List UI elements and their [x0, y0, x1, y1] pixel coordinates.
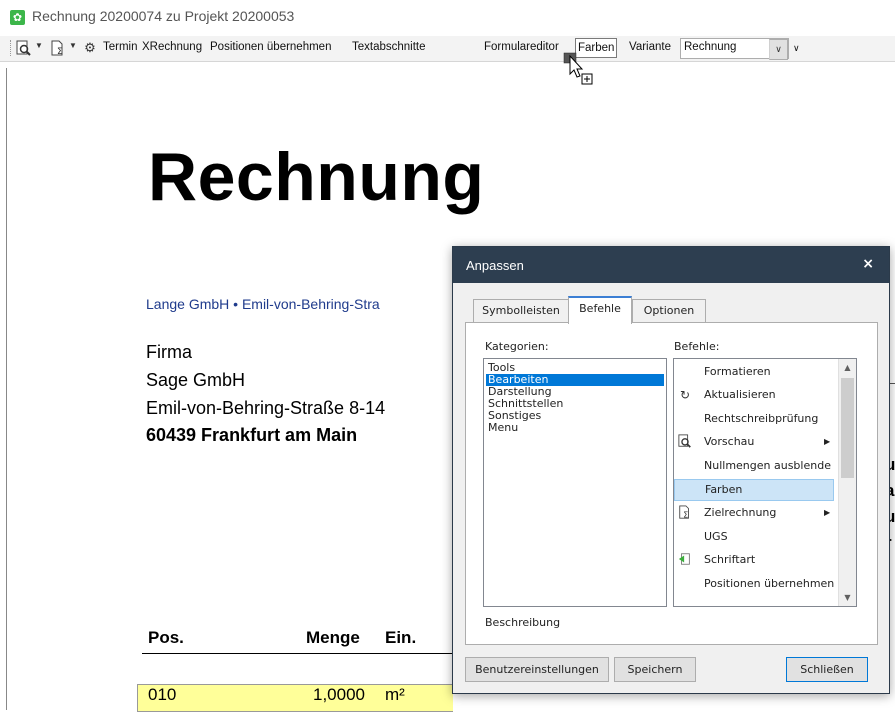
categories-list[interactable]: Tools Bearbeiten Darstellung Schnittstel…: [483, 358, 667, 607]
scroll-thumb[interactable]: [841, 378, 854, 478]
dialog-title-bar[interactable]: Anpassen ×: [453, 247, 889, 283]
variante-label: Variante: [629, 41, 671, 53]
command-label: Nullmengen ausblende: [704, 459, 831, 472]
toolbar-grip[interactable]: [10, 40, 13, 56]
preview-icon[interactable]: [16, 40, 32, 56]
command-item-selected[interactable]: Farben: [674, 479, 834, 501]
speichern-button[interactable]: Speichern: [614, 657, 696, 682]
command-label: Zielrechnung: [704, 506, 777, 519]
command-item[interactable]: Formatieren: [674, 361, 834, 383]
col-header-einheit: Ein.: [385, 628, 417, 647]
commands-scrollbar[interactable]: ▲ ▼: [838, 359, 856, 606]
col-header-menge: Menge: [306, 628, 360, 647]
tab-symbolleisten[interactable]: Symbolleisten: [473, 299, 569, 322]
address-line: Firma: [146, 342, 192, 362]
address-line: 60439 Frankfurt am Main: [146, 425, 358, 445]
scroll-up-icon[interactable]: ▲: [839, 359, 856, 376]
command-item[interactable]: ↻ Aktualisieren: [674, 384, 834, 406]
preview-icon: [677, 434, 693, 450]
command-label: Rechtschreibprüfung: [704, 412, 819, 425]
sender-line: Lange GmbH • Emil-von-Behring-Stra: [146, 296, 380, 312]
sum-dropdown-icon[interactable]: ▼: [69, 41, 77, 50]
command-label: Farben: [705, 483, 743, 496]
benutzereinstellungen-button[interactable]: Benutzereinstellungen: [465, 657, 609, 682]
gear-icon[interactable]: ⚙: [82, 40, 98, 56]
document-title: Rechnung: [148, 139, 485, 215]
dialog-title: Anpassen: [466, 258, 524, 273]
cell-einheit: m²: [385, 685, 405, 704]
command-label: Formatieren: [704, 365, 771, 378]
green-arrow-icon: [677, 552, 693, 568]
title-bar: ✿ Rechnung 20200074 zu Projekt 20200053: [0, 0, 895, 34]
tab-befehle[interactable]: Befehle: [568, 296, 632, 324]
formulareditor-button[interactable]: Formulareditor: [484, 41, 559, 53]
table-header-line: [142, 653, 452, 654]
variante-value: Rechnung: [684, 41, 737, 53]
table-row[interactable]: [137, 684, 453, 712]
termin-button[interactable]: Termin: [103, 41, 138, 53]
command-item[interactable]: Vorschau ▶: [674, 431, 834, 453]
address-line: Sage GmbH: [146, 370, 246, 390]
beschreibung-label: Beschreibung: [485, 616, 561, 629]
sum-document-icon: Σ: [677, 505, 693, 521]
cell-pos: 010: [148, 685, 177, 704]
textabschnitte-button[interactable]: Textabschnitte: [352, 41, 426, 53]
svg-text:Σ: Σ: [57, 47, 63, 56]
commands-list[interactable]: Formatieren ↻ Aktualisieren Rechtschreib…: [673, 358, 857, 607]
address-line: Emil-von-Behring-Straße 8-14: [146, 398, 386, 418]
command-item[interactable]: Rechtschreibprüfung: [674, 408, 834, 430]
toolbar-overflow-icon[interactable]: ∨: [793, 43, 800, 54]
variante-select[interactable]: Rechnung ∨: [680, 38, 789, 60]
chevron-down-icon[interactable]: ∨: [769, 39, 788, 60]
submenu-arrow-icon: ▶: [824, 437, 831, 446]
toolbar: ▼ Σ ▼ ⚙ Termin XRechnung Positionen über…: [0, 36, 895, 62]
close-icon[interactable]: ×: [862, 256, 874, 272]
scroll-down-icon[interactable]: ▼: [839, 589, 856, 606]
command-label: Vorschau: [704, 435, 755, 448]
befehle-label: Befehle:: [674, 340, 720, 353]
command-label: UGS: [704, 530, 728, 543]
positionen-button[interactable]: Positionen übernehmen: [210, 41, 331, 53]
command-item[interactable]: Σ Zielrechnung ▶: [674, 502, 834, 524]
category-item[interactable]: Menu: [486, 422, 664, 434]
submenu-arrow-icon: ▶: [824, 508, 831, 517]
refresh-icon: ↻: [679, 388, 691, 402]
command-label: Positionen übernehmen: [704, 577, 835, 590]
schliessen-button[interactable]: Schließen: [786, 657, 868, 682]
command-item[interactable]: Nullmengen ausblende: [674, 455, 834, 477]
command-label: Schriftart: [704, 553, 756, 566]
document-border: [6, 68, 7, 710]
xrechnung-button[interactable]: XRechnung: [142, 41, 202, 53]
command-item[interactable]: Positionen übernehmen: [674, 573, 834, 595]
window-title: Rechnung 20200074 zu Projekt 20200053: [32, 8, 295, 24]
col-header-pos: Pos.: [148, 628, 184, 647]
tab-optionen[interactable]: Optionen: [632, 299, 706, 322]
cell-menge: 1,0000: [313, 685, 365, 704]
preview-dropdown-icon[interactable]: ▼: [35, 41, 43, 50]
drag-cursor-icon: [563, 52, 593, 85]
command-item[interactable]: Schriftart: [674, 549, 834, 571]
command-item[interactable]: UGS: [674, 526, 834, 548]
anpassen-dialog: Anpassen × Symbolleisten Befehle Optione…: [452, 246, 890, 694]
kategorien-label: Kategorien:: [485, 340, 549, 353]
app-gear-icon: ✿: [10, 10, 25, 25]
svg-text:Σ: Σ: [683, 510, 688, 519]
command-label: Aktualisieren: [704, 388, 776, 401]
sum-document-icon[interactable]: Σ: [50, 40, 66, 57]
